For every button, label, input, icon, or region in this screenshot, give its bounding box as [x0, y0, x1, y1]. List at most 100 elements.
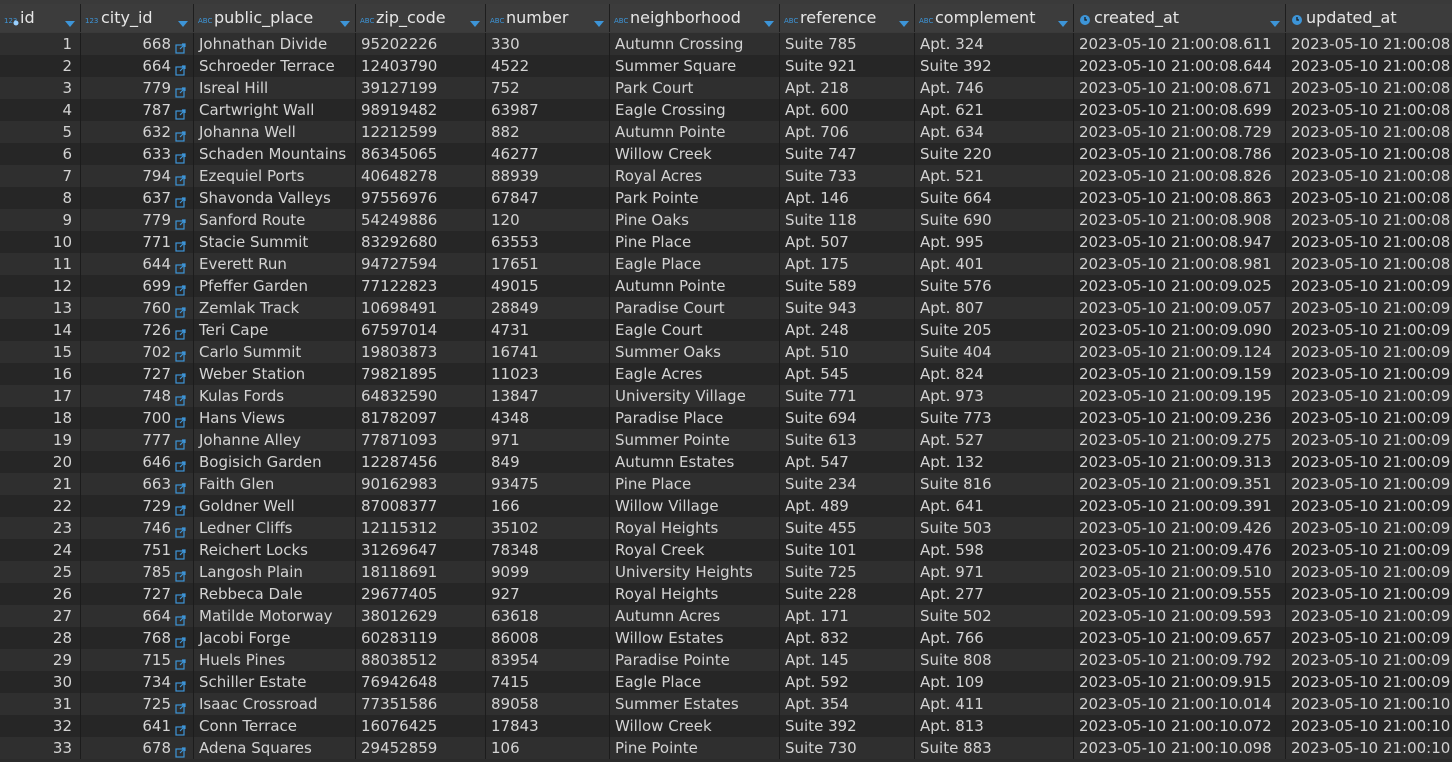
cell-zip-code[interactable]: 54249886: [356, 209, 486, 231]
table-row[interactable]: 29 715 Huels Pines 88038512 83954 Paradise Po…: [0, 649, 1452, 671]
cell-complement[interactable]: Apt. 746: [915, 77, 1074, 99]
cell-zip-code[interactable]: 19803873: [356, 341, 486, 363]
sort-dropdown-icon[interactable]: [339, 14, 351, 27]
cell-created-at[interactable]: 2023-05-10 21:00:09.313: [1074, 451, 1286, 473]
cell-public-place[interactable]: Schroeder Terrace: [194, 55, 356, 77]
cell-number[interactable]: 16741: [486, 341, 610, 363]
cell-neighborhood[interactable]: Summer Oaks: [610, 341, 780, 363]
cell-number[interactable]: 67847: [486, 187, 610, 209]
cell-zip-code[interactable]: 39127199: [356, 77, 486, 99]
cell-created-at[interactable]: 2023-05-10 21:00:10.014: [1074, 693, 1286, 715]
cell-public-place[interactable]: Schaden Mountains: [194, 143, 356, 165]
sort-dropdown-icon[interactable]: [177, 14, 189, 27]
cell-city-id[interactable]: 678: [81, 737, 194, 759]
cell-reference[interactable]: Apt. 510: [780, 341, 915, 363]
table-row[interactable]: 33 678 Adena Squares 29452859 106 Pine Pointe…: [0, 737, 1452, 759]
cell-public-place[interactable]: Jacobi Forge: [194, 627, 356, 649]
cell-created-at[interactable]: 2023-05-10 21:00:09.391: [1074, 495, 1286, 517]
cell-number[interactable]: 752: [486, 77, 610, 99]
cell-complement[interactable]: Apt. 807: [915, 297, 1074, 319]
cell-updated-at[interactable]: 2023-05-10 21:00:08: [1286, 165, 1452, 187]
cell-created-at[interactable]: 2023-05-10 21:00:09.275: [1074, 429, 1286, 451]
cell-complement[interactable]: Apt. 598: [915, 539, 1074, 561]
cell-zip-code[interactable]: 77122823: [356, 275, 486, 297]
cell-updated-at[interactable]: 2023-05-10 21:00:08: [1286, 33, 1452, 55]
cell-public-place[interactable]: Adena Squares: [194, 737, 356, 759]
cell-updated-at[interactable]: 2023-05-10 21:00:08: [1286, 55, 1452, 77]
cell-city-id[interactable]: 771: [81, 231, 194, 253]
cell-neighborhood[interactable]: Summer Square: [610, 55, 780, 77]
cell-updated-at[interactable]: 2023-05-10 21:00:10: [1286, 737, 1452, 759]
cell-id[interactable]: 2: [0, 55, 81, 77]
cell-id[interactable]: 10: [0, 231, 81, 253]
column-header-zip-code[interactable]: ABC zip_code: [356, 4, 486, 32]
cell-complement[interactable]: Apt. 641: [915, 495, 1074, 517]
cell-id[interactable]: 13: [0, 297, 81, 319]
cell-neighborhood[interactable]: Royal Heights: [610, 583, 780, 605]
cell-reference[interactable]: Apt. 832: [780, 627, 915, 649]
cell-created-at[interactable]: 2023-05-10 21:00:08.699: [1074, 99, 1286, 121]
cell-neighborhood[interactable]: Pine Place: [610, 473, 780, 495]
foreign-key-link-icon[interactable]: [175, 632, 186, 648]
cell-reference[interactable]: Suite 725: [780, 561, 915, 583]
cell-created-at[interactable]: 2023-05-10 21:00:08.826: [1074, 165, 1286, 187]
cell-neighborhood[interactable]: Autumn Acres: [610, 605, 780, 627]
cell-updated-at[interactable]: 2023-05-10 21:00:10: [1286, 693, 1452, 715]
column-header-number[interactable]: ABC number: [486, 4, 610, 32]
cell-updated-at[interactable]: 2023-05-10 21:00:09: [1286, 407, 1452, 429]
cell-public-place[interactable]: Cartwright Wall: [194, 99, 356, 121]
column-header-city-id[interactable]: 123 city_id: [81, 4, 194, 32]
cell-created-at[interactable]: 2023-05-10 21:00:09.057: [1074, 297, 1286, 319]
cell-public-place[interactable]: Zemlak Track: [194, 297, 356, 319]
table-row[interactable]: 20 646 Bogisich Garden 12287456 849 Autumn Es…: [0, 451, 1452, 473]
table-row[interactable]: 32 641 Conn Terrace 16076425 17843 Willow Cre…: [0, 715, 1452, 737]
cell-created-at[interactable]: 2023-05-10 21:00:08.644: [1074, 55, 1286, 77]
cell-created-at[interactable]: 2023-05-10 21:00:10.072: [1074, 715, 1286, 737]
cell-reference[interactable]: Suite 101: [780, 539, 915, 561]
table-row[interactable]: 18 700 Hans Views 81782097 4348 Paradise Plac…: [0, 407, 1452, 429]
cell-created-at[interactable]: 2023-05-10 21:00:09.792: [1074, 649, 1286, 671]
cell-neighborhood[interactable]: Paradise Place: [610, 407, 780, 429]
cell-updated-at[interactable]: 2023-05-10 21:00:08: [1286, 77, 1452, 99]
cell-complement[interactable]: Suite 502: [915, 605, 1074, 627]
cell-id[interactable]: 12: [0, 275, 81, 297]
cell-city-id[interactable]: 725: [81, 693, 194, 715]
cell-zip-code[interactable]: 79821895: [356, 363, 486, 385]
foreign-key-link-icon[interactable]: [175, 38, 186, 54]
cell-public-place[interactable]: Faith Glen: [194, 473, 356, 495]
table-row[interactable]: 1 668 Johnathan Divide 95202226 330 Autumn Cr…: [0, 33, 1452, 55]
cell-reference[interactable]: Suite 455: [780, 517, 915, 539]
cell-reference[interactable]: Apt. 547: [780, 451, 915, 473]
cell-number[interactable]: 35102: [486, 517, 610, 539]
cell-created-at[interactable]: 2023-05-10 21:00:09.195: [1074, 385, 1286, 407]
foreign-key-link-icon[interactable]: [175, 412, 186, 428]
cell-zip-code[interactable]: 60283119: [356, 627, 486, 649]
cell-complement[interactable]: Apt. 324: [915, 33, 1074, 55]
cell-updated-at[interactable]: 2023-05-10 21:00:10: [1286, 715, 1452, 737]
cell-public-place[interactable]: Ezequiel Ports: [194, 165, 356, 187]
cell-zip-code[interactable]: 88038512: [356, 649, 486, 671]
cell-number[interactable]: 86008: [486, 627, 610, 649]
table-row[interactable]: 9 779 Sanford Route 54249886 120 Pine Oaks Sui…: [0, 209, 1452, 231]
cell-id[interactable]: 16: [0, 363, 81, 385]
cell-created-at[interactable]: 2023-05-10 21:00:09.915: [1074, 671, 1286, 693]
cell-complement[interactable]: Suite 690: [915, 209, 1074, 231]
cell-created-at[interactable]: 2023-05-10 21:00:09.510: [1074, 561, 1286, 583]
column-header-complement[interactable]: ABC complement: [915, 4, 1074, 32]
cell-neighborhood[interactable]: Royal Creek: [610, 539, 780, 561]
foreign-key-link-icon[interactable]: [175, 148, 186, 164]
column-header-id[interactable]: 123 id: [0, 4, 81, 32]
cell-reference[interactable]: Apt. 175: [780, 253, 915, 275]
cell-id[interactable]: 17: [0, 385, 81, 407]
cell-zip-code[interactable]: 12403790: [356, 55, 486, 77]
cell-neighborhood[interactable]: Summer Estates: [610, 693, 780, 715]
cell-number[interactable]: 63987: [486, 99, 610, 121]
table-row[interactable]: 22 729 Goldner Well 87008377 166 Willow Villa…: [0, 495, 1452, 517]
cell-complement[interactable]: Apt. 813: [915, 715, 1074, 737]
table-row[interactable]: 15 702 Carlo Summit 19803873 16741 Summer Oak…: [0, 341, 1452, 363]
cell-zip-code[interactable]: 77871093: [356, 429, 486, 451]
table-row[interactable]: 13 760 Zemlak Track 10698491 28849 Paradise C…: [0, 297, 1452, 319]
cell-id[interactable]: 22: [0, 495, 81, 517]
cell-city-id[interactable]: 768: [81, 627, 194, 649]
cell-created-at[interactable]: 2023-05-10 21:00:09.476: [1074, 539, 1286, 561]
